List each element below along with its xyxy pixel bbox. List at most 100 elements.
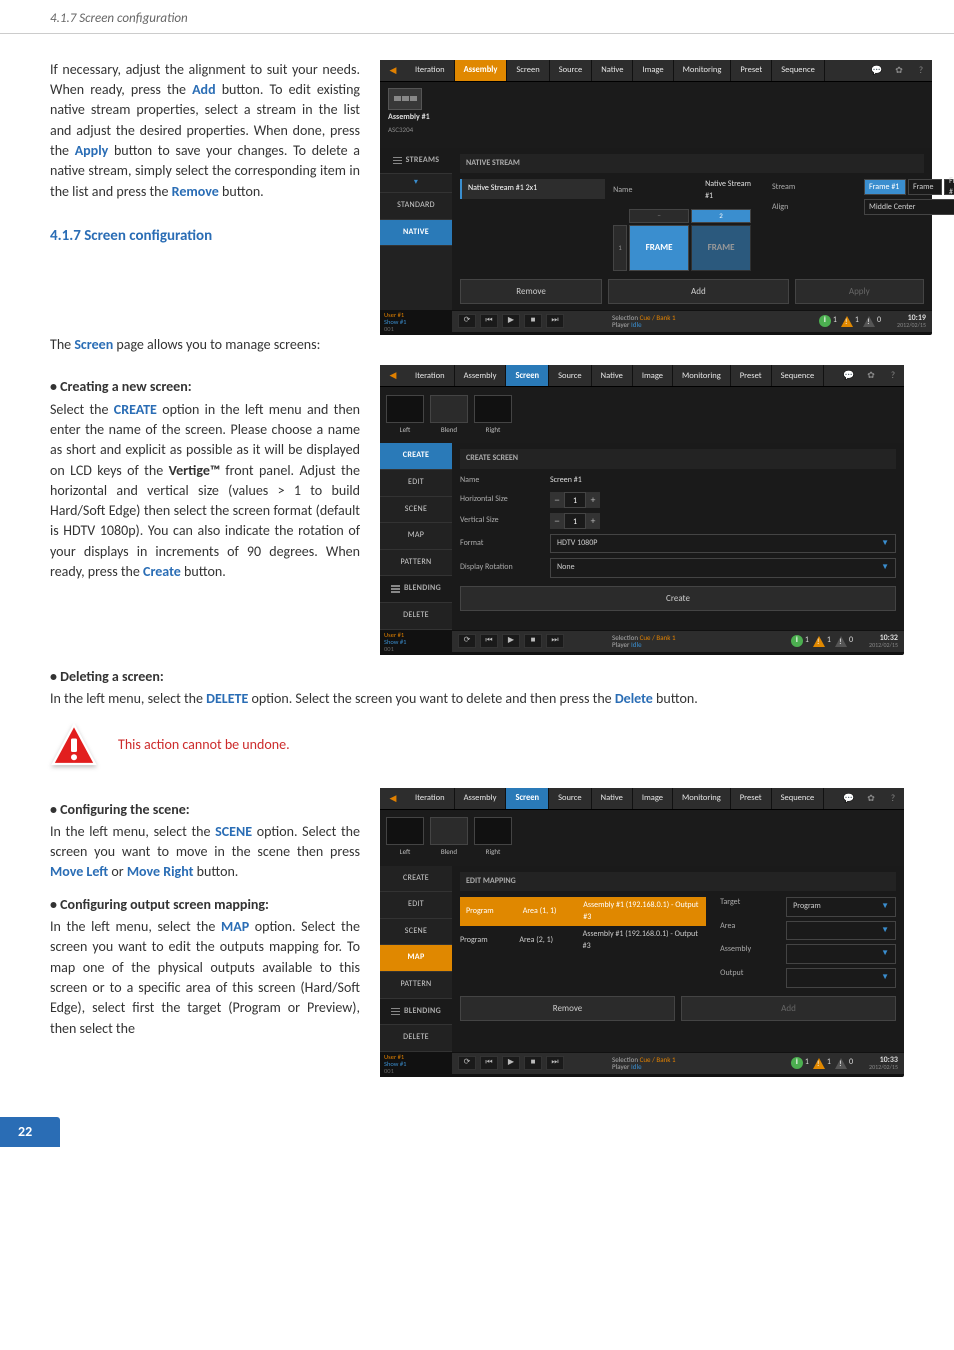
- skip-fwd-icon[interactable]: ⏭: [546, 1056, 564, 1070]
- frame-row-num[interactable]: 1: [613, 225, 627, 271]
- tab-native[interactable]: Native: [592, 60, 633, 81]
- minus-icon[interactable]: −: [550, 492, 564, 508]
- output-select[interactable]: ▼: [786, 968, 896, 988]
- side-blending[interactable]: BLENDING: [380, 576, 452, 603]
- plus-icon[interactable]: +: [586, 513, 600, 529]
- remove-button[interactable]: Remove: [460, 279, 602, 304]
- thumb-blend[interactable]: [430, 817, 468, 845]
- tab-iteration[interactable]: Iteration: [406, 60, 455, 81]
- skip-back-icon[interactable]: ⏮: [480, 634, 498, 648]
- side-create[interactable]: CREATE: [380, 866, 452, 893]
- gear-icon[interactable]: ✿: [888, 60, 910, 81]
- target-select[interactable]: Program▼: [786, 897, 896, 917]
- add-button[interactable]: Add: [681, 996, 896, 1021]
- assembly-thumb[interactable]: [388, 88, 422, 110]
- side-map[interactable]: MAP: [380, 523, 452, 550]
- back-arrow-icon[interactable]: ◀: [380, 365, 406, 386]
- play-icon[interactable]: ▶: [502, 634, 520, 648]
- frame-2[interactable]: FRAME: [691, 225, 751, 271]
- hsize-stepper[interactable]: −1+: [550, 492, 896, 508]
- tab-image[interactable]: Image: [633, 788, 673, 809]
- chat-icon[interactable]: 💬: [866, 60, 888, 81]
- tab-sequence[interactable]: Sequence: [772, 365, 825, 386]
- create-button[interactable]: Create: [460, 586, 896, 611]
- tab-assembly[interactable]: Assembly: [455, 60, 508, 81]
- back-arrow-icon[interactable]: ◀: [380, 788, 406, 809]
- tab-native[interactable]: Native: [592, 365, 633, 386]
- side-scene[interactable]: SCENE: [380, 919, 452, 946]
- status-idle[interactable]: 0: [863, 315, 881, 327]
- tab-assembly[interactable]: Assembly: [455, 788, 507, 809]
- stream-sel-1[interactable]: Frame #1: [864, 179, 906, 195]
- add-button[interactable]: Add: [608, 279, 788, 304]
- thumb-blend[interactable]: [430, 395, 468, 423]
- tab-iteration[interactable]: Iteration: [406, 788, 455, 809]
- tab-source[interactable]: Source: [549, 365, 592, 386]
- tab-screen[interactable]: Screen: [506, 365, 549, 386]
- format-select[interactable]: HDTV 1080P▼: [550, 534, 896, 554]
- help-icon[interactable]: ?: [882, 365, 904, 386]
- play-icon[interactable]: ▶: [502, 1056, 520, 1070]
- thumb-left[interactable]: [386, 395, 424, 423]
- gear-icon[interactable]: ✿: [860, 788, 882, 809]
- tab-source[interactable]: Source: [549, 788, 592, 809]
- tab-assembly[interactable]: Assembly: [455, 365, 507, 386]
- refresh-icon[interactable]: ⟳: [458, 634, 476, 648]
- assembly-select[interactable]: ▼: [786, 944, 896, 964]
- refresh-icon[interactable]: ⟳: [458, 314, 476, 328]
- skip-fwd-icon[interactable]: ⏭: [546, 634, 564, 648]
- tab-image[interactable]: Image: [633, 365, 673, 386]
- frame-1[interactable]: FRAME: [629, 225, 689, 271]
- side-pattern[interactable]: PATTERN: [380, 972, 452, 999]
- tab-image[interactable]: Image: [633, 60, 673, 81]
- refresh-icon[interactable]: ⟳: [458, 1056, 476, 1070]
- frame-col-dec[interactable]: −: [629, 209, 689, 223]
- help-icon[interactable]: ?: [882, 788, 904, 809]
- skip-back-icon[interactable]: ⏮: [480, 314, 498, 328]
- vsize-stepper[interactable]: −1+: [550, 513, 896, 529]
- play-icon[interactable]: ▶: [502, 314, 520, 328]
- minus-icon[interactable]: −: [550, 513, 564, 529]
- tab-sequence[interactable]: Sequence: [772, 60, 825, 81]
- stop-icon[interactable]: ■: [524, 1056, 542, 1070]
- side-standard[interactable]: STANDARD: [380, 193, 452, 220]
- name-value[interactable]: Screen #1: [550, 475, 896, 487]
- side-create[interactable]: CREATE: [380, 443, 452, 470]
- thumb-left[interactable]: [386, 817, 424, 845]
- rotation-select[interactable]: None▼: [550, 558, 896, 578]
- tab-screen[interactable]: Screen: [507, 60, 549, 81]
- help-icon[interactable]: ?: [910, 60, 932, 81]
- remove-button[interactable]: Remove: [460, 996, 675, 1021]
- side-pattern[interactable]: PATTERN: [380, 550, 452, 577]
- plus-icon[interactable]: +: [586, 492, 600, 508]
- tab-preset[interactable]: Preset: [731, 365, 772, 386]
- status-ok[interactable]: i1: [819, 315, 837, 327]
- frame-col-num[interactable]: 2: [691, 209, 751, 223]
- stream-list-item[interactable]: Native Stream #1 2x1: [460, 179, 605, 199]
- stream-sel-3[interactable]: Frame #▼: [944, 179, 954, 195]
- chat-icon[interactable]: 💬: [838, 365, 860, 386]
- tab-preset[interactable]: Preset: [731, 788, 772, 809]
- thumb-right[interactable]: [474, 817, 512, 845]
- skip-back-icon[interactable]: ⏮: [480, 1056, 498, 1070]
- side-scene[interactable]: SCENE: [380, 497, 452, 524]
- back-arrow-icon[interactable]: ◀: [380, 60, 406, 81]
- tab-preset[interactable]: Preset: [731, 60, 772, 81]
- gear-icon[interactable]: ✿: [860, 365, 882, 386]
- tab-screen[interactable]: Screen: [506, 788, 549, 809]
- mapping-row-2[interactable]: Program Area (2, 1) Assembly #1 (192.168…: [460, 926, 706, 955]
- tab-monitoring[interactable]: Monitoring: [673, 365, 731, 386]
- status-warn[interactable]: 1: [841, 315, 859, 327]
- area-select[interactable]: ▼: [786, 921, 896, 941]
- stop-icon[interactable]: ■: [524, 314, 542, 328]
- side-map[interactable]: MAP: [380, 945, 452, 972]
- tab-monitoring[interactable]: Monitoring: [674, 60, 732, 81]
- side-native[interactable]: NATIVE: [380, 220, 452, 247]
- mapping-row-1[interactable]: Program Area (1, 1) Assembly #1 (192.168…: [460, 897, 706, 926]
- align-select[interactable]: Middle Center▼: [864, 199, 954, 215]
- side-edit[interactable]: EDIT: [380, 470, 452, 497]
- tab-source[interactable]: Source: [550, 60, 593, 81]
- tab-monitoring[interactable]: Monitoring: [673, 788, 731, 809]
- side-delete[interactable]: DELETE: [380, 1025, 452, 1052]
- side-blending[interactable]: BLENDING: [380, 999, 452, 1026]
